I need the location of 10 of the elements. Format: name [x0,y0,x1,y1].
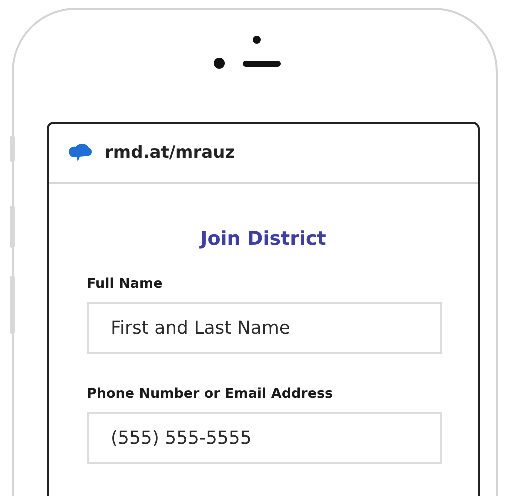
cloud-icon [67,143,93,163]
camera-icon [253,36,261,44]
form-title: Join District [198,228,328,250]
field-label: Phone Number or Email Address [87,386,334,402]
url-text: rmd.at/mrauz [105,143,236,163]
input-field[interactable]: First and Last Name [87,302,442,354]
sensor-icon [214,58,224,69]
field-label: Full Name [87,276,164,292]
input-field[interactable]: (555) 555-5555 [87,412,442,464]
speaker-icon [242,60,280,66]
